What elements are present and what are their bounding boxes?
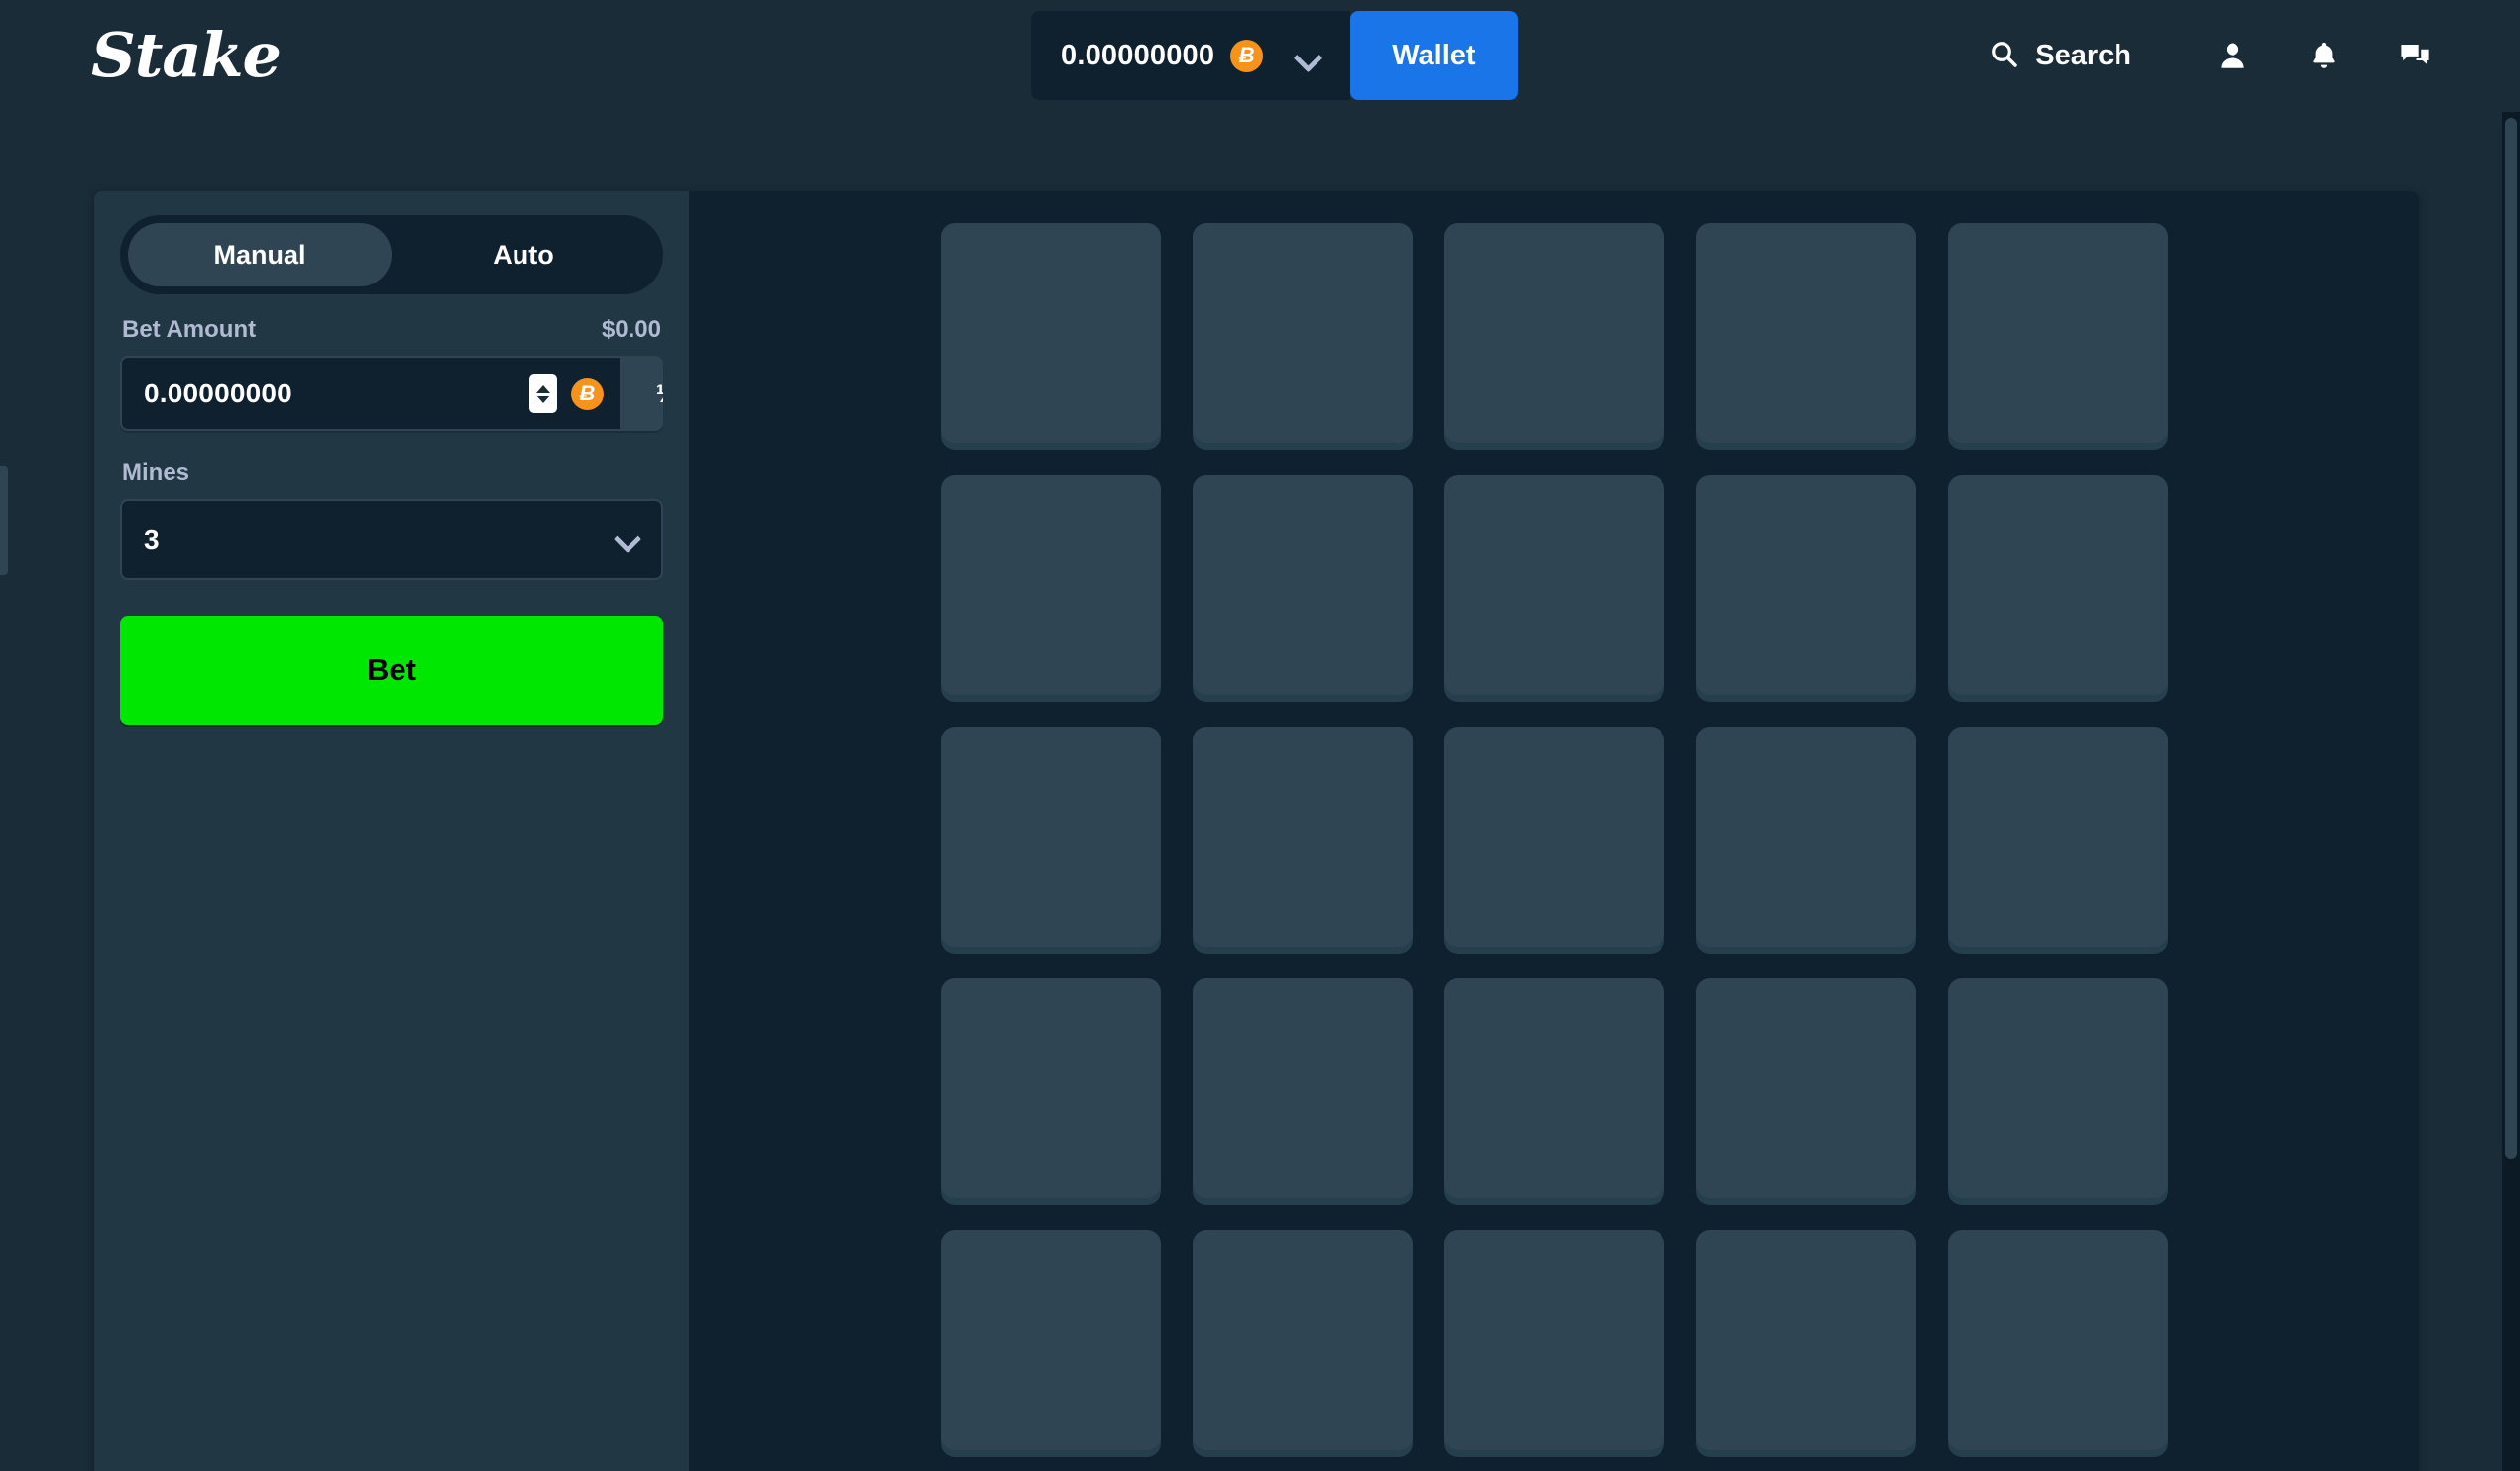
mine-tile[interactable] [940,727,1161,947]
mine-tile[interactable] [1192,223,1413,443]
mine-tile[interactable] [1695,727,1916,947]
mine-tile[interactable] [940,978,1161,1198]
mine-tile[interactable] [1443,475,1664,695]
mines-label: Mines [122,459,190,486]
mine-tile[interactable] [1695,475,1916,695]
mines-select[interactable]: 123456789101112131415161718192021222324 [120,499,663,580]
search-icon [1988,38,2019,74]
mine-tile[interactable] [1192,1230,1413,1450]
search-label: Search [2035,39,2131,71]
tab-manual[interactable]: Manual [128,223,392,286]
header-actions: Search [1988,34,2437,77]
mine-tile[interactable] [1947,223,2168,443]
mine-tile[interactable] [1947,475,2168,695]
tab-auto[interactable]: Auto [392,223,655,286]
balance-amount: 0.00000000 [1061,39,1215,71]
bet-panel: Manual Auto Bet Amount $0.00 Ƀ ½ [94,191,689,1471]
bet-amount-label: Bet Amount [122,316,257,343]
user-icon[interactable] [2211,34,2254,77]
game-area [689,191,2419,1471]
chevron-down-icon [1295,48,1320,63]
bell-icon[interactable] [2302,34,2346,77]
page-body: Manual Auto Bet Amount $0.00 Ƀ ½ [0,112,2520,1471]
mine-tile[interactable] [1443,727,1664,947]
mine-tile[interactable] [940,1230,1161,1450]
mines-select-wrapper: 123456789101112131415161718192021222324 [120,499,663,580]
mines-grid [940,223,2168,1471]
page-scrollbar[interactable] [2502,112,2520,1471]
scrollbar-thumb[interactable] [2505,118,2517,1159]
top-header: Stake 0.00000000 Ƀ Wallet Search [0,0,2520,112]
bet-amount-quick-buttons: ½ 2× [622,356,663,431]
bitcoin-icon: Ƀ [1230,39,1264,72]
left-edge-handle[interactable] [0,466,8,575]
bitcoin-icon: Ƀ [571,377,604,410]
mine-tile[interactable] [1192,727,1413,947]
stake-logo[interactable]: Stake [91,25,282,86]
mine-tile[interactable] [1443,223,1664,443]
mine-tile[interactable] [1192,475,1413,695]
mine-tile[interactable] [1695,978,1916,1198]
bet-button[interactable]: Bet [120,616,663,725]
mine-tile[interactable] [1443,978,1664,1198]
bet-amount-fiat-value: $0.00 [601,316,661,343]
bet-amount-input-wrapper: Ƀ [120,356,622,431]
balance-wallet-group: 0.00000000 Ƀ Wallet [1031,11,1518,100]
mine-tile[interactable] [1947,1230,2168,1450]
mine-tile[interactable] [1947,727,2168,947]
currency-dropdown-button[interactable] [1281,11,1351,100]
mine-tile[interactable] [940,223,1161,443]
mine-tile[interactable] [1695,223,1916,443]
mine-tile[interactable] [1443,1230,1664,1450]
bet-amount-label-row: Bet Amount $0.00 [120,316,663,344]
mines-game-container: Manual Auto Bet Amount $0.00 Ƀ ½ [94,191,2419,1471]
mine-tile[interactable] [1192,978,1413,1198]
mines-label-row: Mines [120,459,663,487]
bet-amount-input[interactable] [144,378,515,409]
mine-tile[interactable] [940,475,1161,695]
search-button[interactable]: Search [1988,38,2131,74]
bet-amount-row: Ƀ ½ 2× [120,356,663,431]
halve-bet-button[interactable]: ½ [622,356,663,431]
mine-tile[interactable] [1947,978,2168,1198]
balance-display[interactable]: 0.00000000 Ƀ [1031,11,1282,100]
number-stepper-icon[interactable] [529,374,557,413]
wallet-button[interactable]: Wallet [1350,11,1518,100]
chat-icon[interactable] [2393,34,2437,77]
mine-tile[interactable] [1695,1230,1916,1450]
mode-toggle: Manual Auto [120,215,663,294]
